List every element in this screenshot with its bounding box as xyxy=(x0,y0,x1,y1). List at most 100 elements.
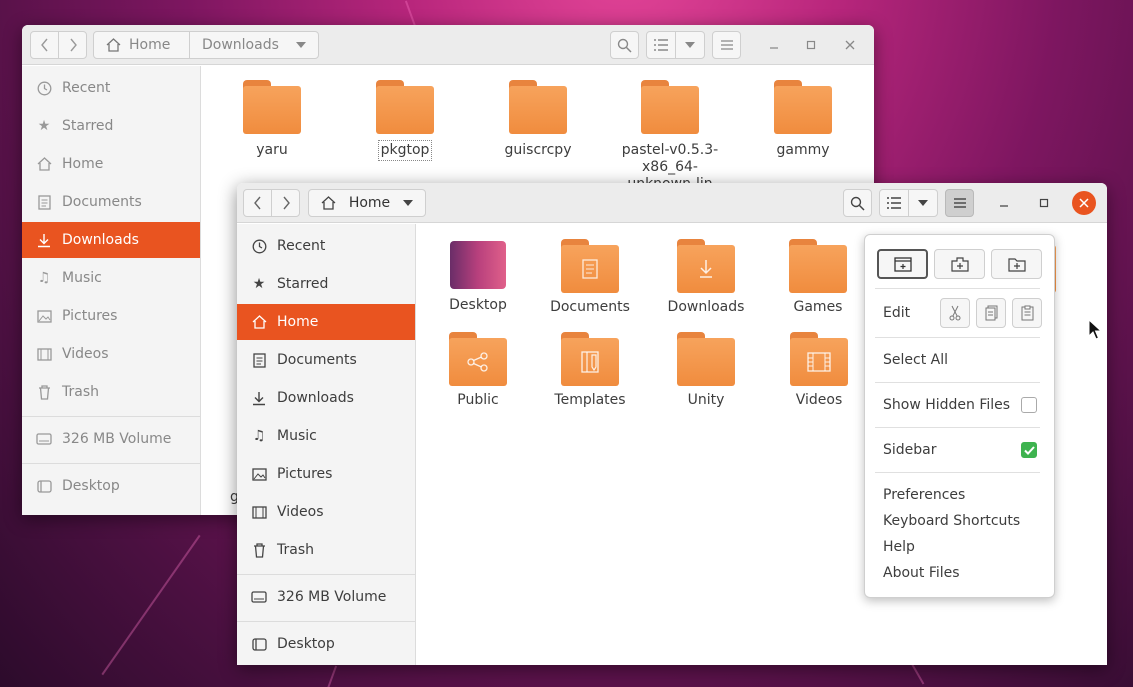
menu-keyboard-shortcuts[interactable]: Keyboard Shortcuts xyxy=(883,513,1020,529)
close-button[interactable] xyxy=(838,33,862,57)
view-list-button[interactable] xyxy=(879,189,909,217)
show-hidden-checkbox[interactable] xyxy=(1021,397,1037,413)
sidebar-item-volume[interactable]: 326 MB Volume xyxy=(237,579,415,615)
sidebar-item-pictures[interactable]: Pictures xyxy=(237,456,415,492)
copy-button[interactable] xyxy=(976,298,1006,328)
forward-button[interactable] xyxy=(271,189,300,217)
sidebar-item-videos[interactable]: Videos xyxy=(237,494,415,530)
sidebar-item-downloads[interactable]: Downloads xyxy=(22,222,200,258)
sidebar-item-home[interactable]: Home xyxy=(22,146,200,182)
sidebar-item-videos[interactable]: Videos xyxy=(22,336,200,372)
back-button[interactable] xyxy=(243,189,272,217)
folder-item[interactable]: gammy xyxy=(748,80,858,159)
sidebar-item-label: Pictures xyxy=(62,308,118,324)
sidebar-item-home[interactable]: Home xyxy=(237,304,415,340)
sidebar-item-label: Desktop xyxy=(62,478,120,494)
sidebar-item-recent[interactable]: Recent xyxy=(237,228,415,264)
folder-item-videos[interactable]: Videos xyxy=(764,332,874,409)
menu-separator xyxy=(875,382,1040,383)
menu-button[interactable] xyxy=(945,189,974,217)
file-label: gammy xyxy=(776,142,830,158)
sidebar-item-music[interactable]: ♫ Music xyxy=(237,418,415,454)
templates-folder-icon xyxy=(561,332,619,386)
sidebar-checkbox[interactable] xyxy=(1021,442,1037,458)
folder-icon xyxy=(789,239,847,293)
menu-separator xyxy=(875,337,1040,338)
paste-button[interactable] xyxy=(1012,298,1042,328)
sidebar-item-documents[interactable]: Documents xyxy=(22,184,200,220)
sidebar-item-label: Trash xyxy=(277,542,314,558)
sidebar-item-desktop[interactable]: Desktop xyxy=(22,468,200,504)
folder-item-unity[interactable]: Unity xyxy=(651,332,761,409)
view-options-button[interactable] xyxy=(908,189,938,217)
search-button[interactable] xyxy=(843,189,872,217)
sidebar-item-starred[interactable]: ★ Starred xyxy=(22,108,200,144)
back-button[interactable] xyxy=(30,31,59,59)
minimize-button[interactable] xyxy=(762,33,786,57)
folder-item-public[interactable]: Public xyxy=(423,332,533,409)
path-crumb-home[interactable]: Home xyxy=(309,190,425,216)
menu-show-hidden-files[interactable]: Show Hidden Files xyxy=(883,397,1010,413)
sidebar-separator xyxy=(237,574,415,575)
menu-about-files[interactable]: About Files xyxy=(883,565,960,581)
folder-icon xyxy=(509,80,567,134)
sidebar-item-label: Trash xyxy=(62,384,99,400)
sidebar-item-recent[interactable]: Recent xyxy=(22,70,200,106)
folder-item[interactable]: yaru xyxy=(217,80,327,159)
minimize-button[interactable] xyxy=(992,191,1016,215)
menu-help[interactable]: Help xyxy=(883,539,915,555)
view-list-button[interactable] xyxy=(646,31,676,59)
wallpaper-line xyxy=(324,665,338,687)
new-folder-button[interactable] xyxy=(991,249,1042,279)
folder-item-templates[interactable]: Templates xyxy=(535,332,645,409)
music-icon: ♫ xyxy=(252,428,266,444)
new-window-button[interactable] xyxy=(877,249,928,279)
folder-item-downloads[interactable]: Downloads xyxy=(651,239,761,316)
sidebar-item-starred[interactable]: ★ Starred xyxy=(237,266,415,302)
menu-preferences[interactable]: Preferences xyxy=(883,487,965,503)
forward-button[interactable] xyxy=(58,31,87,59)
sidebar-item-volume[interactable]: 326 MB Volume xyxy=(22,421,200,457)
wallpaper-line xyxy=(101,534,201,676)
list-view-icon xyxy=(887,197,901,209)
sidebar-item-trash[interactable]: Trash xyxy=(22,374,200,410)
menu-sidebar[interactable]: Sidebar xyxy=(883,442,937,458)
sidebar-item-downloads[interactable]: Downloads xyxy=(237,380,415,416)
front-pathbar[interactable]: Home xyxy=(308,189,426,217)
chevron-down-icon xyxy=(918,200,928,206)
folder-item-documents[interactable]: Documents xyxy=(535,239,645,316)
maximize-button[interactable] xyxy=(1032,191,1056,215)
maximize-button[interactable] xyxy=(799,33,823,57)
back-pathbar[interactable]: Home Downloads xyxy=(93,31,319,59)
path-crumb-downloads[interactable]: Downloads xyxy=(189,32,318,58)
sidebar-item-desktop[interactable]: Desktop xyxy=(237,626,415,662)
cut-button[interactable] xyxy=(940,298,970,328)
sidebar-item-music[interactable]: ♫ Music xyxy=(22,260,200,296)
sidebar-item-documents[interactable]: Documents xyxy=(237,342,415,378)
sidebar-item-pictures[interactable]: Pictures xyxy=(22,298,200,334)
sidebar-item-trash[interactable]: Trash xyxy=(237,532,415,568)
new-tab-button[interactable] xyxy=(934,249,985,279)
folder-item-games[interactable]: Games xyxy=(763,239,873,316)
menu-separator xyxy=(875,427,1040,428)
folder-item[interactable]: pkgtop xyxy=(350,80,460,161)
menu-select-all[interactable]: Select All xyxy=(883,352,948,368)
view-options-button[interactable] xyxy=(675,31,705,59)
path-crumb-home[interactable]: Home xyxy=(94,32,189,58)
new-tab-icon xyxy=(950,256,969,272)
chevron-down-icon xyxy=(685,42,695,48)
menu-button[interactable] xyxy=(712,31,741,59)
checkmark-icon xyxy=(1023,445,1035,455)
paste-icon xyxy=(1021,305,1033,321)
folder-item-desktop[interactable]: Desktop xyxy=(423,241,533,314)
folder-item[interactable]: pastel-v0.5.3- x86_64- unknown-lin xyxy=(615,80,725,193)
new-folder-icon xyxy=(1007,257,1026,272)
star-icon: ★ xyxy=(37,118,51,134)
list-view-icon xyxy=(654,39,668,51)
search-button[interactable] xyxy=(610,31,639,59)
folder-item[interactable]: guiscrcpy xyxy=(483,80,593,159)
close-button[interactable] xyxy=(1072,191,1096,215)
file-label: Documents xyxy=(550,299,630,315)
video-icon xyxy=(36,346,52,362)
path-crumb-label: Home xyxy=(129,37,171,53)
